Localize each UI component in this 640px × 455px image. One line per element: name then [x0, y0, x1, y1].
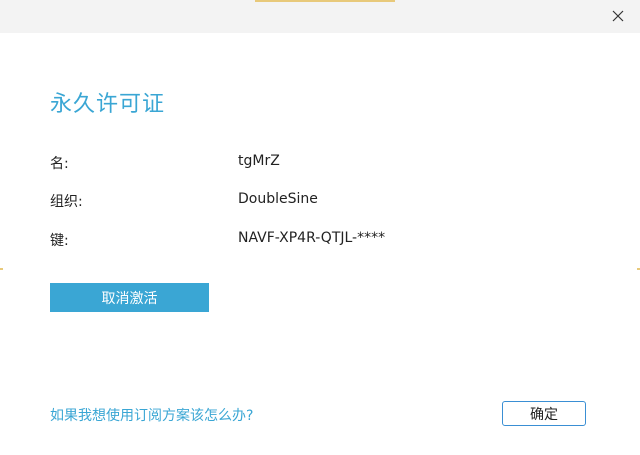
key-value: NAVF-XP4R-QTJL-**** — [238, 230, 386, 246]
key-label: 键: — [50, 233, 69, 249]
close-button[interactable] — [606, 4, 630, 28]
ok-button[interactable]: 确定 — [502, 401, 586, 426]
edge-mark — [0, 268, 3, 270]
title-bar — [0, 0, 640, 33]
organization-label: 组织: — [50, 194, 83, 210]
title-bar-accent — [255, 0, 395, 2]
page-title: 永久许可证 — [50, 92, 166, 117]
deactivate-button[interactable]: 取消激活 — [50, 283, 209, 312]
close-icon — [612, 10, 624, 22]
subscription-help-link[interactable]: 如果我想使用订阅方案该怎么办? — [50, 405, 253, 425]
name-value: tgMrZ — [238, 153, 280, 169]
name-label: 名: — [50, 156, 69, 172]
organization-value: DoubleSine — [238, 191, 318, 207]
